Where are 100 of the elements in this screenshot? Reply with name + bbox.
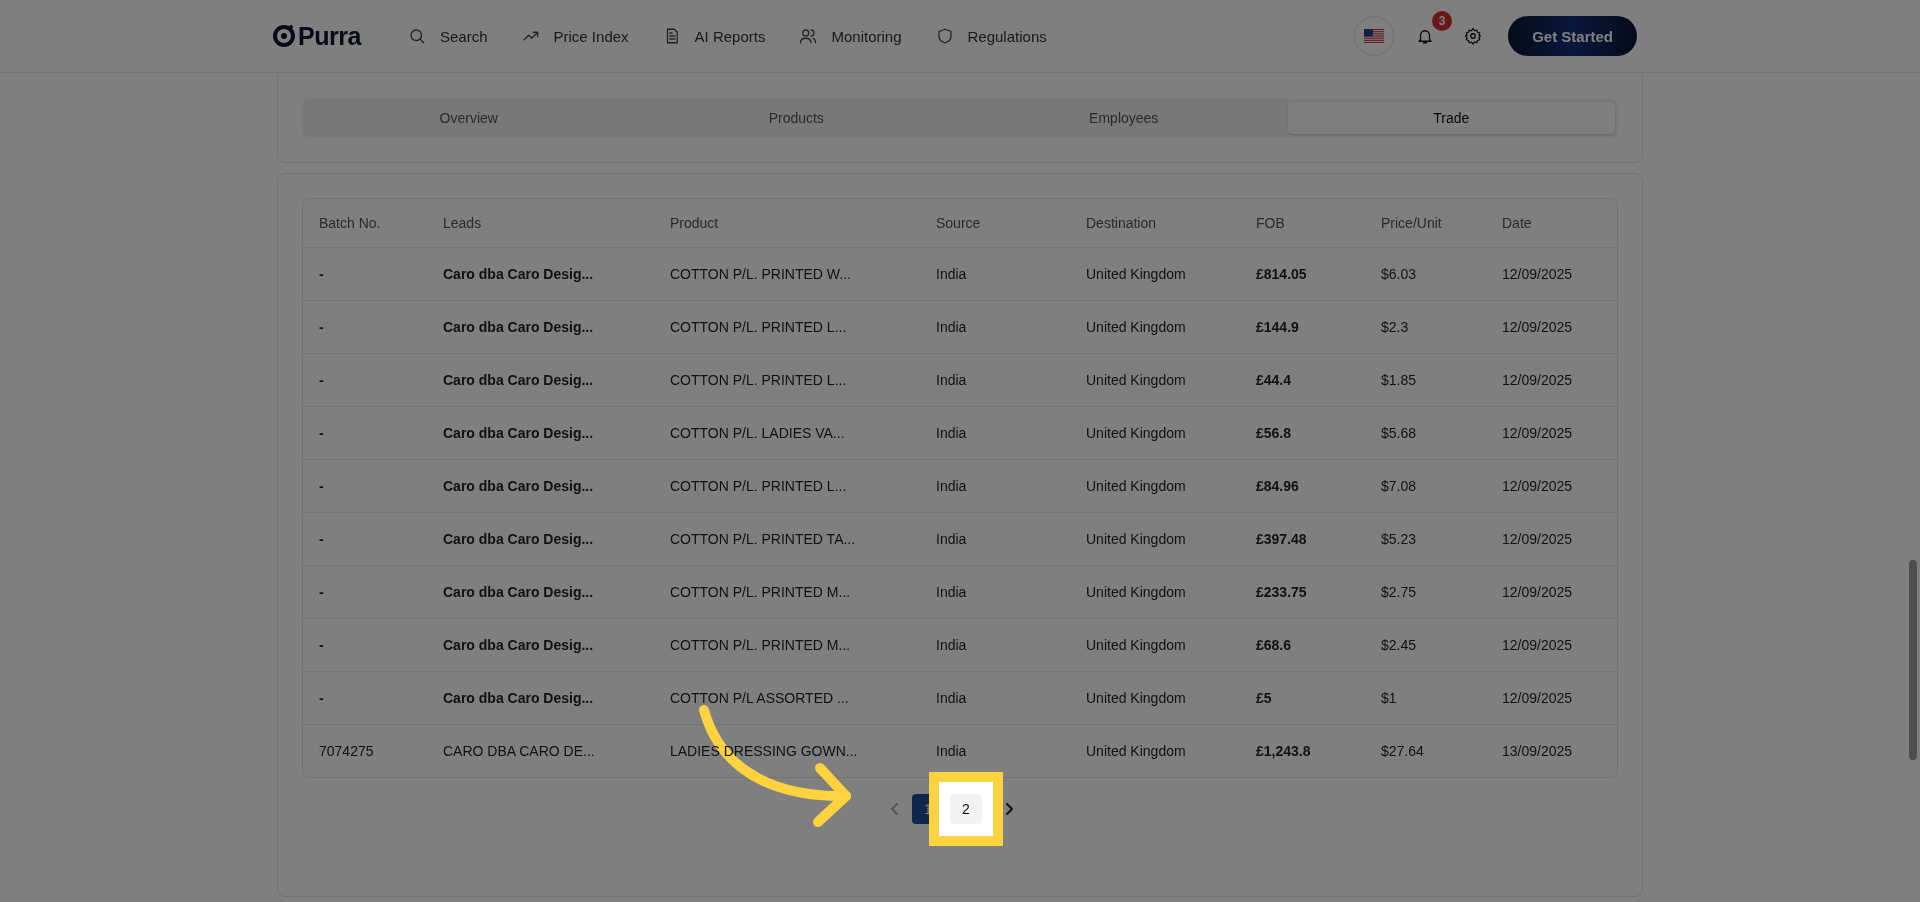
table-cell-text: £5 bbox=[1256, 690, 1273, 706]
table-cell-text: Caro dba Caro Desig... bbox=[443, 531, 595, 547]
nav-link[interactable]: Monitoring bbox=[799, 27, 902, 45]
table-cell-text: 12/09/2025 bbox=[1502, 637, 1574, 653]
table-cell-text: United Kingdom bbox=[1086, 319, 1187, 335]
table-cell-text: - bbox=[319, 319, 325, 335]
table-cell-text: £84.96 bbox=[1256, 478, 1300, 494]
table-cell-text: Caro dba Caro Desig... bbox=[443, 584, 595, 600]
table-cell-text: - bbox=[319, 478, 325, 494]
table-cell-text: COTTON P/L. PRINTED M... bbox=[670, 637, 852, 653]
nav-link[interactable]: AI Reports bbox=[662, 27, 766, 45]
table-cell-text: Caro dba Caro Desig... bbox=[443, 637, 595, 653]
table-cell-text: Caro dba Caro Desig... bbox=[443, 319, 595, 335]
tab[interactable]: Employees bbox=[960, 102, 1288, 134]
table-cell-text: 12/09/2025 bbox=[1502, 478, 1574, 494]
table-cell-text: $1.85 bbox=[1381, 372, 1418, 388]
table-cell-text: Caro dba Caro Desig... bbox=[443, 690, 595, 706]
table-cell-text: India bbox=[936, 478, 968, 494]
get-started-button[interactable]: Get Started bbox=[1508, 16, 1637, 56]
nav-link[interactable]: Regulations bbox=[935, 27, 1047, 45]
nav-link[interactable]: Search bbox=[408, 27, 488, 45]
page-button[interactable]: 2 bbox=[950, 794, 982, 824]
table-cell-text: United Kingdom bbox=[1086, 743, 1187, 759]
table-cell-text: COTTON P/L. LADIES VA... bbox=[670, 425, 846, 441]
table-cell-text: £44.4 bbox=[1256, 372, 1293, 388]
table-cell-text: India bbox=[936, 266, 968, 282]
table-cell-text: 12/09/2025 bbox=[1502, 319, 1574, 335]
table-cell-text: £814.05 bbox=[1256, 266, 1308, 282]
table-cell-text: COTTON P/L. PRINTED L... bbox=[670, 319, 848, 335]
table-cell-text: $5.68 bbox=[1381, 425, 1418, 441]
table-cell-text: United Kingdom bbox=[1086, 584, 1187, 600]
table-cell-text: 12/09/2025 bbox=[1502, 425, 1574, 441]
table-cell-text: - bbox=[319, 266, 325, 282]
table-cell-text: - bbox=[319, 425, 325, 441]
table-cell-text: India bbox=[936, 690, 968, 706]
table-cell-text: - bbox=[319, 637, 325, 653]
table-cell-text: $5.23 bbox=[1381, 531, 1418, 547]
table-cell-text: $2.45 bbox=[1381, 637, 1418, 653]
table-cell-text: $2.75 bbox=[1381, 584, 1418, 600]
table-cell-text: 13/09/2025 bbox=[1502, 743, 1574, 759]
table-cell-text: 12/09/2025 bbox=[1502, 690, 1574, 706]
table-cell-text: - bbox=[319, 584, 325, 600]
table-cell-text: India bbox=[936, 372, 968, 388]
table-cell-text: $27.64 bbox=[1381, 743, 1425, 759]
table-cell-text: $1 bbox=[1381, 690, 1398, 706]
table-cell-text: - bbox=[319, 372, 325, 388]
table-cell-text: United Kingdom bbox=[1086, 425, 1187, 441]
table-cell-text: £1,243.8 bbox=[1256, 743, 1312, 759]
column-header: Source bbox=[936, 215, 982, 231]
column-header: Leads bbox=[443, 215, 483, 231]
table-cell-text: COTTON P/L. PRINTED TA... bbox=[670, 531, 857, 547]
column-header: Destination bbox=[1086, 215, 1158, 231]
nav-link[interactable]: Price Index bbox=[521, 27, 629, 45]
table-cell-text: United Kingdom bbox=[1086, 637, 1187, 653]
table-cell-text: £397.48 bbox=[1256, 531, 1308, 547]
column-header: Batch No. bbox=[319, 215, 382, 231]
column-header: Product bbox=[670, 215, 720, 231]
table-cell-text: United Kingdom bbox=[1086, 266, 1187, 282]
table-cell-text: $6.03 bbox=[1381, 266, 1418, 282]
table-cell-text: United Kingdom bbox=[1086, 531, 1187, 547]
table-cell-text: $2.3 bbox=[1381, 319, 1410, 335]
tab[interactable]: Overview bbox=[305, 102, 633, 134]
table-cell-text: United Kingdom bbox=[1086, 478, 1187, 494]
table-cell-text: 7074275 bbox=[319, 743, 375, 759]
table-cell-text: 12/09/2025 bbox=[1502, 531, 1574, 547]
table-cell-text: United Kingdom bbox=[1086, 690, 1187, 706]
table-cell-text: - bbox=[319, 531, 325, 547]
tab[interactable]: Trade bbox=[1287, 102, 1615, 134]
table-cell-text: Caro dba Caro Desig... bbox=[443, 478, 595, 494]
table-cell-text: £68.6 bbox=[1256, 637, 1293, 653]
column-header: Date bbox=[1502, 215, 1533, 231]
table-cell-text: Caro dba Caro Desig... bbox=[443, 372, 595, 388]
table-cell-text: India bbox=[936, 584, 968, 600]
table-cell-text: Caro dba Caro Desig... bbox=[443, 266, 595, 282]
table-cell-text: COTTON P/L. PRINTED L... bbox=[670, 372, 848, 388]
column-header: Price/Unit bbox=[1381, 215, 1443, 231]
table-cell-text: India bbox=[936, 531, 968, 547]
table-cell-text: 12/09/2025 bbox=[1502, 372, 1574, 388]
table-cell-text: COTTON P/L. PRINTED L... bbox=[670, 478, 848, 494]
tab[interactable]: Products bbox=[632, 102, 960, 134]
table-cell-text: India bbox=[936, 743, 968, 759]
table-cell-text: COTTON P/L. PRINTED M... bbox=[670, 584, 852, 600]
table-cell-text: India bbox=[936, 637, 968, 653]
table-cell-text: COTTON P/L ASSORTED ... bbox=[670, 690, 850, 706]
notifications-button[interactable]: 3 bbox=[1412, 11, 1453, 49]
table-cell-text: Caro dba Caro Desig... bbox=[443, 425, 595, 441]
notification-count: 3 bbox=[1432, 11, 1453, 31]
table-cell-text: - bbox=[319, 690, 325, 706]
table-cell-text: 12/09/2025 bbox=[1502, 584, 1574, 600]
table-cell-text: $7.08 bbox=[1381, 478, 1418, 494]
table-cell-text: £233.75 bbox=[1256, 584, 1308, 600]
column-header: FOB bbox=[1256, 215, 1286, 231]
table-cell-text: United Kingdom bbox=[1086, 372, 1187, 388]
table-cell-text: CARO DBA CARO DE... bbox=[443, 743, 596, 759]
table-cell-text: 12/09/2025 bbox=[1502, 266, 1574, 282]
table-cell-text: £56.8 bbox=[1256, 425, 1293, 441]
table-cell-text: India bbox=[936, 425, 968, 441]
table-cell-text: India bbox=[936, 319, 968, 335]
brand-name[interactable]: Purra bbox=[298, 21, 361, 51]
table-cell-text: COTTON P/L. PRINTED W... bbox=[670, 266, 852, 282]
